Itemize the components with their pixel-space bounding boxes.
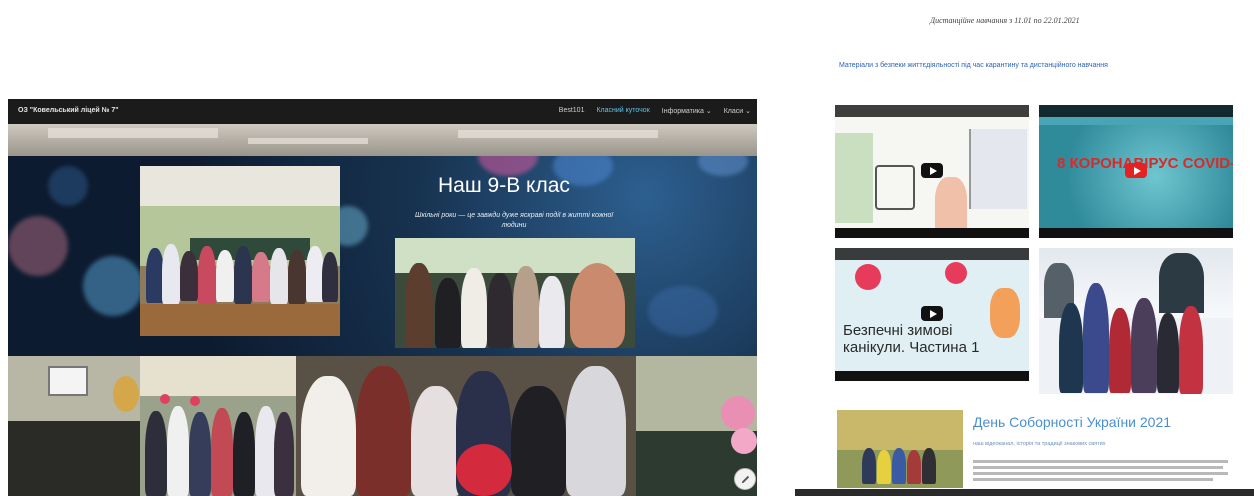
article-title[interactable]: День Соборності України 2021 (973, 414, 1171, 430)
top-navigation-bar: ОЗ "Ковельський ліцей № 7" Best101 Класн… (8, 99, 757, 124)
gallery-photo-classroom[interactable] (8, 356, 140, 496)
article-text-line (973, 466, 1223, 469)
site-title[interactable]: ОЗ "Ковельський ліцей № 7" (18, 107, 119, 114)
video-safety-cartoon[interactable] (835, 105, 1029, 238)
gallery-photo-celebration[interactable] (140, 356, 296, 496)
menu-item-class-corner[interactable]: Класний куточок (596, 107, 649, 115)
article-text-line (973, 472, 1228, 475)
menu-item-informatics[interactable]: Інформатика ⌄ (662, 107, 712, 115)
photo-gallery (8, 356, 757, 496)
play-icon[interactable] (1125, 163, 1147, 178)
article-subtitle: наш відеоканал, історія та традиції знак… (973, 441, 1106, 447)
remote-learning-note: Дистанційне навчання з 11.01 по 22.01.20… (930, 16, 1080, 25)
video-coronavirus[interactable]: 8 КОРОНАВІРУС COVID-19 (1039, 105, 1233, 238)
hero-title: Наш 9-В клас (438, 174, 570, 197)
menu-item-classes[interactable]: Класи ⌄ (724, 107, 751, 115)
class-selfie-photo (395, 238, 635, 348)
video-3-caption: Безпечні зимові канікули. Частина 1 (843, 322, 980, 356)
hero-subtitle: Шкільні роки — це завжди дуже яскраві по… (415, 212, 613, 229)
distance-learning-page: Дистанційне навчання з 11.01 по 22.01.20… (795, 0, 1254, 496)
menu-item-best[interactable]: Best101 (559, 107, 585, 115)
play-icon[interactable] (921, 163, 943, 178)
class-website-screenshot: ОЗ "Ковельський ліцей № 7" Best101 Класн… (8, 99, 757, 496)
article-text-line (973, 478, 1213, 481)
gallery-photo-friends[interactable] (296, 356, 636, 496)
class-group-photo (140, 166, 340, 336)
safety-materials-link[interactable]: Матеріали з безпеки життєдіяльності під … (839, 62, 1108, 69)
pencil-icon (741, 475, 749, 483)
header-background-photo (8, 124, 757, 156)
bottom-dark-bar (795, 489, 1254, 496)
main-menu: Best101 Класний куточок Інформатика ⌄ Кл… (559, 107, 751, 115)
video-winter-holidays[interactable]: Безпечні зимові канікули. Частина 1 (835, 248, 1029, 381)
hero-banner: Наш 9-В клас Шкільні роки — це завжди ду… (8, 156, 757, 356)
unity-day-photo[interactable] (837, 410, 963, 488)
play-icon[interactable] (921, 306, 943, 321)
winter-group-photo[interactable] (1039, 248, 1233, 394)
edit-page-button[interactable] (734, 468, 756, 490)
article-text-line (973, 460, 1228, 463)
